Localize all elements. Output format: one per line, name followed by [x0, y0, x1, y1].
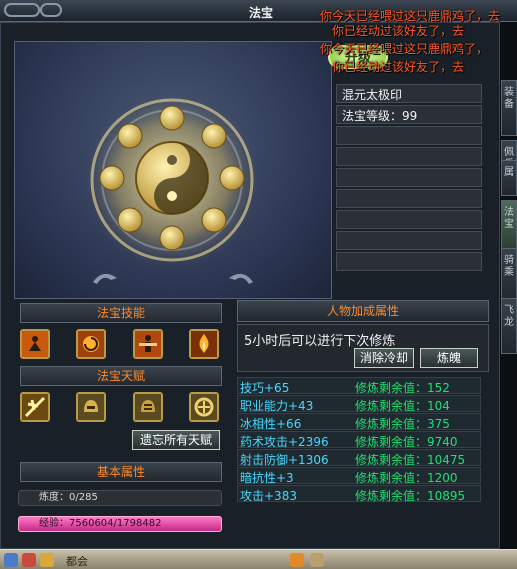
side-tab-6[interactable]: 飞龙 [501, 298, 517, 354]
flame-skill-icon [191, 331, 217, 357]
artifact-image [80, 88, 264, 284]
attribute-row: 冰相性+66 修炼剩余值：375 [237, 413, 481, 431]
tool-icon[interactable] [290, 553, 304, 567]
artifact-level-row: 法宝等级：99 [336, 105, 482, 124]
attribute-name: 暗抗性+3 [240, 471, 294, 485]
meditate-skill-icon [22, 331, 48, 357]
attribute-row: 药术攻击+2396 修炼剩余值：9740 [237, 431, 481, 449]
chat-overlay: 你今天已经喂过这只鹿鼎鸡了，去 你已经动过该好友了，去 你今天已经喂过这只鹿鼎鸡… [318, 0, 517, 78]
clear-cooldown-button[interactable]: 消除冷却 [354, 348, 414, 368]
attribute-name: 技巧+65 [240, 381, 290, 395]
chat-line: 你已经动过该好友了，去 [332, 60, 465, 74]
attribute-row: 射击防御+1306 修炼剩余值：10475 [237, 449, 481, 467]
attribute-remain: 修炼剩余值：10475 [355, 453, 466, 467]
talent-section-title: 法宝天赋 [20, 366, 222, 386]
artifact-preview [14, 41, 332, 299]
taskbar-label[interactable]: 都会 [66, 553, 88, 569]
talent-slot-1[interactable] [20, 392, 50, 422]
experience-bar: 经验：7560604/1798482 [18, 516, 222, 532]
info-empty-row [336, 210, 482, 229]
attribute-remain: 修炼剩余值：9740 [355, 435, 458, 449]
attribute-remain: 修炼剩余值：1200 [355, 471, 458, 485]
attribute-row: 攻击+383 修炼剩余值：10895 [237, 485, 481, 503]
armor-talent-icon [135, 394, 161, 420]
window-title: 法宝 [249, 6, 274, 20]
attribute-row: 暗抗性+3 修炼剩余值：1200 [237, 467, 481, 485]
skill-slot-3[interactable] [133, 329, 163, 359]
info-empty-row [336, 252, 482, 271]
info-empty-row [336, 168, 482, 187]
info-empty-row [336, 189, 482, 208]
attribute-remain: 修炼剩余值：152 [355, 381, 450, 395]
emblem-talent-icon [191, 394, 217, 420]
attribute-remain: 修炼剩余值：10895 [355, 489, 466, 503]
artifact-level-value: 99 [402, 109, 418, 123]
talent-slot-3[interactable] [133, 392, 163, 422]
titlebar-ornament [40, 3, 62, 17]
bottom-taskbar: 都会 [0, 549, 517, 569]
attribute-row: 技巧+65 修炼剩余值：152 [237, 377, 481, 395]
skill-slot-4[interactable] [189, 329, 219, 359]
social-icon[interactable] [22, 553, 36, 567]
character-icon[interactable] [310, 553, 324, 567]
info-empty-row [336, 231, 482, 250]
artifact-info-panel: 混元太极印 法宝等级：99 [336, 84, 482, 292]
skill-slot-2[interactable] [76, 329, 106, 359]
attribute-name: 职业能力+43 [240, 399, 314, 413]
skill-slot-1[interactable] [20, 329, 50, 359]
attribute-remain: 修炼剩余值：375 [355, 417, 450, 431]
side-tab-3[interactable]: 属 [501, 160, 517, 196]
chat-line: 你今天已经喂过这只鹿鼎鸡了， [320, 42, 489, 56]
artifact-name: 混元太极印 [336, 84, 482, 103]
talent-slot-2[interactable] [76, 392, 106, 422]
artifact-level-label: 法宝等级： [342, 109, 403, 123]
attribute-remain: 修炼剩余值：104 [355, 399, 450, 413]
bonus-section-title: 人物加成属性 [237, 300, 489, 322]
attribute-list: 技巧+65 修炼剩余值：152 职业能力+43 修炼剩余值：104 冰相性+66 修炼… [237, 377, 481, 503]
attribute-name: 冰相性+66 [240, 417, 302, 431]
cultivation-status-text: 5小时后可以进行下次修炼 [244, 334, 396, 349]
figure-skill-icon [135, 331, 161, 357]
attribute-name: 药术攻击+2396 [240, 435, 329, 449]
talent-slot-4[interactable] [189, 392, 219, 422]
info-empty-row [336, 126, 482, 145]
basic-section-title: 基本属性 [20, 462, 222, 482]
side-tab-1[interactable]: 装备 [501, 80, 517, 136]
chat-line: 你已经动过该好友了，去 [332, 24, 465, 38]
forget-all-talents-button[interactable]: 遗忘所有天赋 [132, 430, 220, 450]
attribute-name: 攻击+383 [240, 489, 297, 503]
attribute-row: 职业能力+43 修炼剩余值：104 [237, 395, 481, 413]
titlebar-ornament [4, 3, 40, 17]
info-empty-row [336, 147, 482, 166]
event-icon[interactable] [40, 553, 54, 567]
side-tab-5[interactable]: 骑乘 [501, 248, 517, 304]
experience-label: 经验： [39, 518, 69, 529]
burst-talent-icon [22, 394, 48, 420]
helmet-talent-icon [78, 394, 104, 420]
refine-degree-value: 0/285 [69, 492, 98, 503]
swirl-skill-icon [78, 331, 104, 357]
refine-degree-label: 炼度： [39, 492, 69, 503]
mail-icon[interactable] [4, 553, 18, 567]
experience-value: 7560604/1798482 [69, 518, 162, 529]
attribute-name: 射击防御+1306 [240, 453, 329, 467]
refine-soul-button[interactable]: 炼魄 [420, 348, 478, 368]
skills-section-title: 法宝技能 [20, 303, 222, 323]
refine-degree-row: 炼度：0/285 [18, 490, 222, 506]
